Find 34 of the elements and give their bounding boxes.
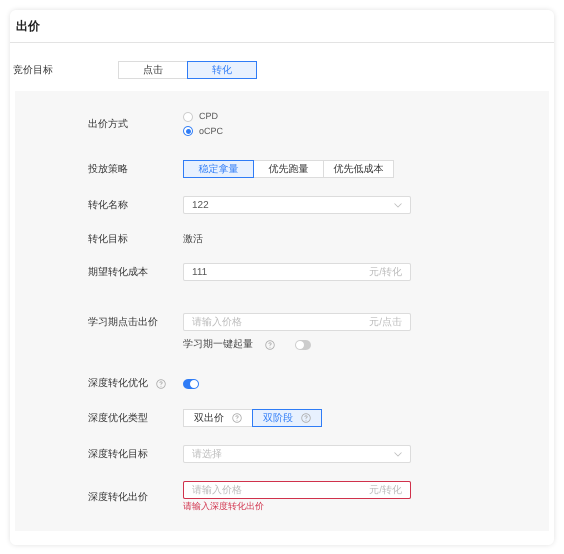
- help-icon[interactable]: [156, 378, 166, 388]
- help-icon[interactable]: [232, 413, 242, 423]
- chevron-down-icon: [394, 452, 402, 456]
- switch-label: 学习期一键起量: [183, 338, 253, 352]
- card-title: 出价: [16, 18, 40, 35]
- error-message: 请输入深度转化出价: [183, 500, 265, 513]
- toggle-switch[interactable]: [295, 340, 311, 350]
- segment-tab[interactable]: 转化: [187, 61, 257, 79]
- segment-tab[interactable]: 点击: [118, 61, 188, 79]
- field-label: 转化目标: [88, 232, 128, 247]
- field-label: 出价方式: [88, 118, 128, 132]
- radio-label: oCPC: [199, 124, 224, 138]
- field-label: 投放策略: [88, 162, 128, 176]
- select-field[interactable]: 122: [183, 196, 411, 214]
- field-value: 激活: [183, 233, 203, 247]
- help-icon[interactable]: [301, 413, 311, 423]
- field-label: 学习期点击出价: [88, 316, 158, 330]
- field-label: 深度转化优化: [88, 376, 148, 391]
- radio-button[interactable]: [183, 112, 193, 122]
- help-icon[interactable]: [265, 340, 275, 350]
- field-label: 期望转化成本: [88, 266, 148, 280]
- field-label: 深度转化出价: [88, 490, 148, 505]
- field-label: 竞价目标: [13, 64, 54, 78]
- radio-label: CPD: [199, 110, 218, 123]
- field-label: 深度转化目标: [88, 448, 148, 462]
- segment-tab[interactable]: 优先跑量: [253, 160, 324, 178]
- chevron-down-icon: [394, 202, 402, 208]
- radio-button[interactable]: [183, 126, 193, 136]
- segment-tab[interactable]: 双出价: [183, 409, 253, 427]
- toggle-switch[interactable]: [183, 378, 199, 388]
- field-label: 深度优化类型: [88, 412, 148, 426]
- segment-tab[interactable]: 优先低成本: [323, 160, 394, 178]
- input-field[interactable]: 111 元/转化: [183, 263, 411, 281]
- field-label: 转化名称: [88, 198, 128, 212]
